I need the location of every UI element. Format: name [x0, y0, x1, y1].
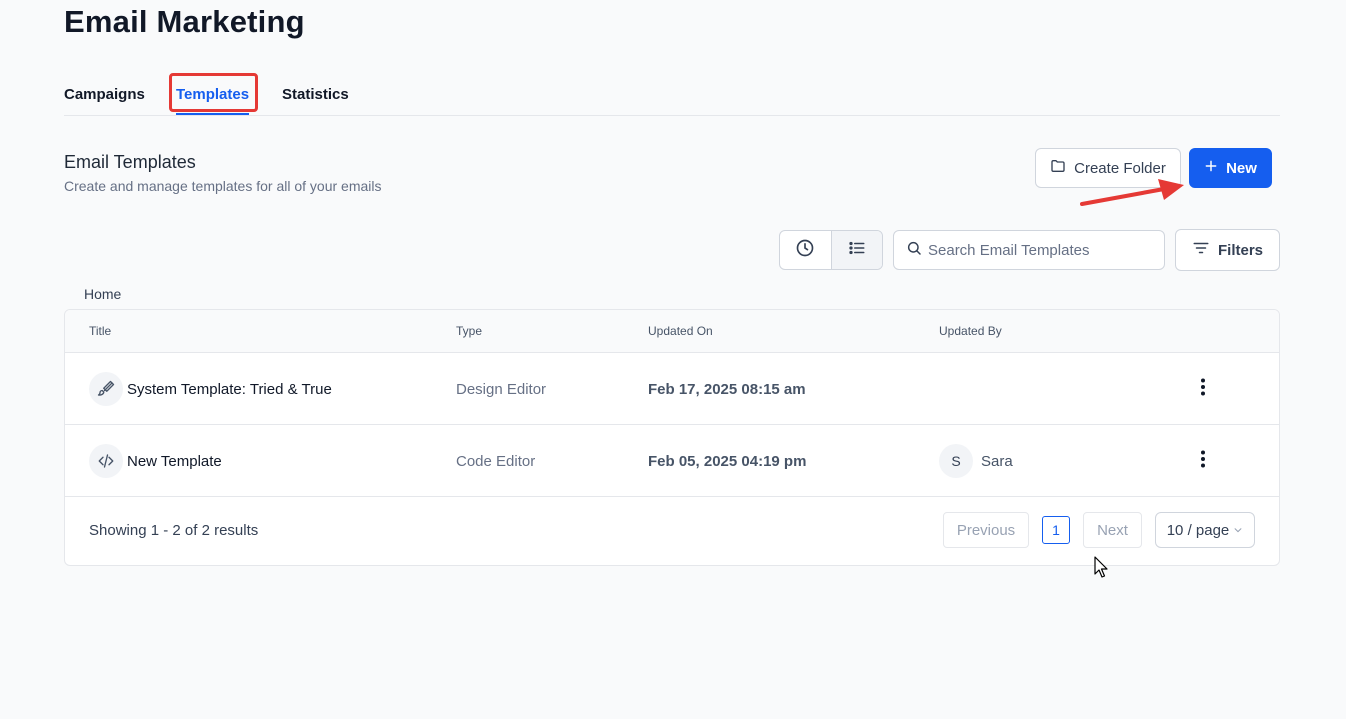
filters-button[interactable]: Filters	[1175, 229, 1280, 271]
chevron-down-icon	[1233, 522, 1243, 539]
section-title: Email Templates	[64, 152, 196, 172]
avatar: S	[939, 444, 973, 478]
column-header-updated-by: Updated By	[939, 324, 1002, 338]
code-icon	[89, 444, 123, 478]
table-row[interactable]: System Template: Tried & True Design Edi…	[65, 353, 1279, 425]
updated-by-name: Sara	[981, 452, 1013, 470]
template-title[interactable]: New Template	[127, 453, 222, 470]
view-toggle	[779, 230, 883, 270]
section-subtitle: Create and manage templates for all of y…	[64, 178, 382, 194]
new-label: New	[1226, 159, 1257, 177]
table-row[interactable]: New Template Code Editor Feb 05, 2025 04…	[65, 425, 1279, 497]
list-view-button[interactable]	[830, 231, 882, 269]
templates-table: Title Type Updated On Updated By System …	[64, 309, 1280, 566]
search-input[interactable]	[928, 241, 1148, 259]
column-header-title: Title	[89, 324, 112, 338]
next-page-button[interactable]: Next	[1083, 512, 1142, 548]
filters-label: Filters	[1217, 241, 1263, 259]
results-count: Showing 1 - 2 of 2 results	[89, 522, 259, 539]
template-title[interactable]: System Template: Tried & True	[127, 381, 332, 398]
template-title-cell: New Template	[89, 425, 222, 497]
search-icon	[906, 240, 922, 261]
mouse-cursor-icon	[1094, 556, 1108, 578]
recent-view-button[interactable]	[780, 231, 831, 269]
annotation-arrow-icon	[1080, 179, 1184, 206]
template-updated-on: Feb 17, 2025 08:15 am	[648, 380, 806, 398]
page-size-value: 10 / page	[1166, 521, 1230, 539]
template-title-cell: System Template: Tried & True	[89, 353, 332, 425]
template-updated-on: Feb 05, 2025 04:19 pm	[648, 452, 807, 470]
more-vertical-icon	[1200, 450, 1206, 472]
list-icon	[848, 239, 866, 262]
page-size-select[interactable]: 10 / page	[1155, 512, 1255, 548]
create-folder-label: Create Folder	[1074, 159, 1166, 177]
template-updated-by: S Sara	[939, 425, 1013, 497]
tab-campaigns[interactable]: Campaigns	[64, 86, 145, 113]
previous-page-button[interactable]: Previous	[943, 512, 1029, 548]
page-title: Email Marketing	[64, 4, 305, 39]
table-header: Title Type Updated On Updated By	[65, 310, 1279, 353]
row-menu-button[interactable]	[1193, 353, 1213, 425]
tab-highlight-annotation	[169, 73, 258, 112]
paintbrush-icon	[89, 372, 123, 406]
column-header-updated-on: Updated On	[648, 324, 713, 338]
filter-icon	[1192, 239, 1210, 261]
row-menu-button[interactable]	[1193, 425, 1213, 497]
template-type: Design Editor	[456, 380, 547, 398]
table-footer: Showing 1 - 2 of 2 results Previous 1 Ne…	[65, 497, 1279, 565]
search-box	[893, 230, 1165, 270]
more-vertical-icon	[1200, 378, 1206, 400]
template-type: Code Editor	[456, 452, 536, 470]
tab-statistics[interactable]: Statistics	[282, 86, 349, 113]
plus-icon	[1204, 159, 1218, 177]
tab-bar: Campaigns Templates Statistics	[64, 72, 1280, 116]
breadcrumb[interactable]: Home	[84, 286, 121, 302]
new-button[interactable]: New	[1189, 148, 1272, 188]
folder-icon	[1050, 158, 1066, 178]
page-number-button[interactable]: 1	[1042, 516, 1070, 544]
clock-icon	[795, 238, 815, 263]
column-header-type: Type	[456, 324, 483, 338]
